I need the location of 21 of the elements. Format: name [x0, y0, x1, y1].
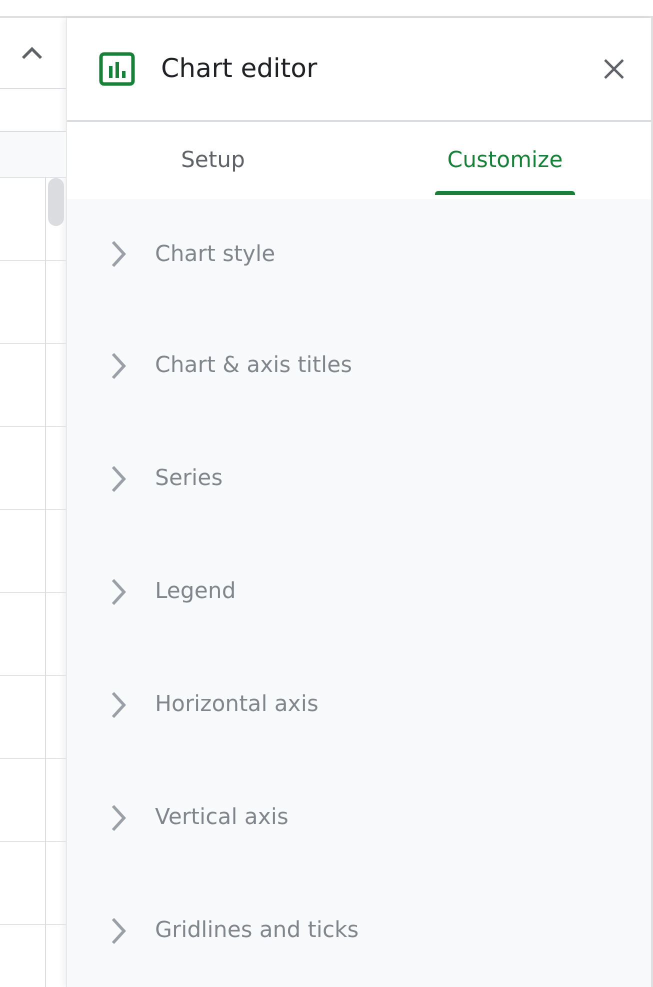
chevron-icon[interactable]	[111, 352, 127, 380]
section-label[interactable]: Legend	[155, 579, 236, 604]
chevron-icon[interactable]	[111, 464, 127, 492]
chevron-icon[interactable]	[111, 804, 127, 832]
chevron-icon[interactable]	[111, 578, 127, 606]
section-label[interactable]: Gridlines and ticks	[155, 918, 359, 943]
section-label[interactable]: Series	[155, 466, 223, 491]
close-icon[interactable]	[603, 58, 625, 80]
section-label[interactable]: Horizontal axis	[155, 692, 318, 717]
chart-icon	[99, 52, 135, 86]
tab[interactable]: Customize	[359, 122, 651, 199]
chevron-icon[interactable]	[111, 916, 127, 944]
panel-title: Chart editor	[161, 54, 318, 84]
section-label[interactable]: Vertical axis	[155, 805, 288, 830]
tab[interactable]: Setup	[67, 122, 359, 199]
chevron-icon[interactable]	[111, 690, 127, 718]
section-label[interactable]: Chart & axis titles	[155, 353, 352, 378]
section-label[interactable]: Chart style	[155, 242, 276, 266]
chevron-icon[interactable]	[111, 240, 127, 268]
caret-up-icon[interactable]	[20, 45, 44, 61]
scrollbar-thumb[interactable]	[48, 178, 64, 226]
